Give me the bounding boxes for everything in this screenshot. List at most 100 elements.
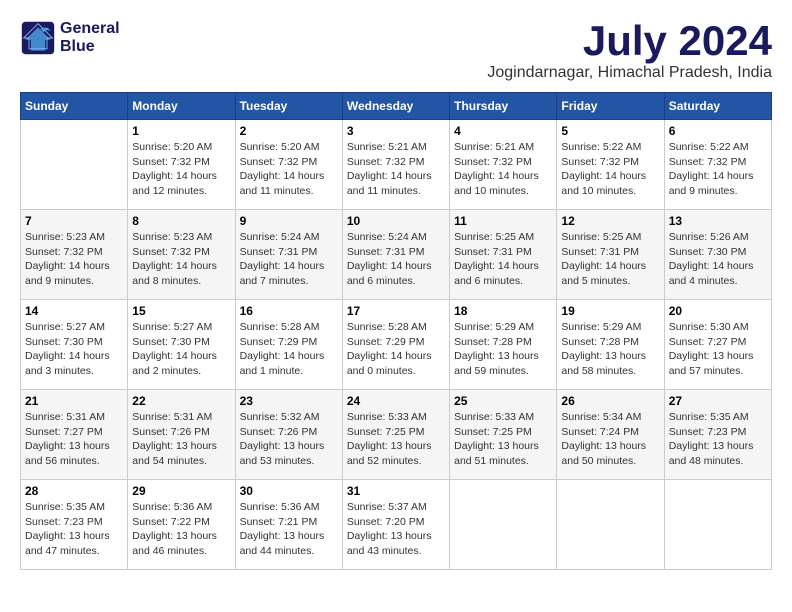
day-info: Sunrise: 5:32 AM Sunset: 7:26 PM Dayligh… xyxy=(240,410,338,469)
day-cell-10: 10 Sunrise: 5:24 AM Sunset: 7:31 PM Dayli… xyxy=(342,210,449,300)
day-info: Sunrise: 5:20 AM Sunset: 7:32 PM Dayligh… xyxy=(132,140,230,199)
day-info: Sunrise: 5:34 AM Sunset: 7:24 PM Dayligh… xyxy=(561,410,659,469)
day-info: Sunrise: 5:33 AM Sunset: 7:25 PM Dayligh… xyxy=(454,410,552,469)
day-number: 9 xyxy=(240,214,338,228)
logo-icon xyxy=(20,20,56,56)
day-number: 20 xyxy=(669,304,767,318)
day-cell-19: 19Sunrise: 5:29 AM Sunset: 7:28 PM Dayli… xyxy=(557,300,664,390)
empty-cell xyxy=(557,480,664,570)
day-cell-7: 7 Sunrise: 5:23 AM Sunset: 7:32 PM Daylig… xyxy=(21,210,128,300)
day-cell-28: 28 Sunrise: 5:35 AM Sunset: 7:23 PM Dayli… xyxy=(21,480,128,570)
day-number: 16 xyxy=(240,304,338,318)
empty-cell xyxy=(450,480,557,570)
logo: General Blue xyxy=(20,20,120,56)
day-cell-15: 15 Sunrise: 5:27 AM Sunset: 7:30 PM Dayli… xyxy=(128,300,235,390)
day-info: Sunrise: 5:24 AM Sunset: 7:31 PM Dayligh… xyxy=(240,230,338,289)
day-info: Sunrise: 5:23 AM Sunset: 7:32 PM Dayligh… xyxy=(132,230,230,289)
day-cell-29: 29 Sunrise: 5:36 AM Sunset: 7:22 PM Dayli… xyxy=(128,480,235,570)
day-number: 26 xyxy=(561,394,659,408)
day-info: Sunrise: 5:37 AM Sunset: 7:20 PM Dayligh… xyxy=(347,500,445,559)
col-header-sunday: Sunday xyxy=(21,93,128,120)
day-number: 22 xyxy=(132,394,230,408)
day-number: 10 xyxy=(347,214,445,228)
day-cell-1: 1 Sunrise: 5:20 AM Sunset: 7:32 PM Daylig… xyxy=(128,120,235,210)
day-number: 6 xyxy=(669,124,767,138)
day-cell-14: 14 Sunrise: 5:27 AM Sunset: 7:30 PM Dayli… xyxy=(21,300,128,390)
day-cell-12: 12 Sunrise: 5:25 AM Sunset: 7:31 PM Dayli… xyxy=(557,210,664,300)
day-info: Sunrise: 5:22 AM Sunset: 7:32 PM Dayligh… xyxy=(669,140,767,199)
day-cell-4: 4 Sunrise: 5:21 AM Sunset: 7:32 PM Daylig… xyxy=(450,120,557,210)
day-info: Sunrise: 5:23 AM Sunset: 7:32 PM Dayligh… xyxy=(25,230,123,289)
day-cell-2: 2 Sunrise: 5:20 AM Sunset: 7:32 PM Daylig… xyxy=(235,120,342,210)
col-header-saturday: Saturday xyxy=(664,93,771,120)
col-header-thursday: Thursday xyxy=(450,93,557,120)
day-info: Sunrise: 5:28 AM Sunset: 7:29 PM Dayligh… xyxy=(347,320,445,379)
day-info: Sunrise: 5:31 AM Sunset: 7:26 PM Dayligh… xyxy=(132,410,230,469)
day-number: 2 xyxy=(240,124,338,138)
day-number: 7 xyxy=(25,214,123,228)
day-cell-6: 6 Sunrise: 5:22 AM Sunset: 7:32 PM Daylig… xyxy=(664,120,771,210)
day-number: 24 xyxy=(347,394,445,408)
day-cell-9: 9 Sunrise: 5:24 AM Sunset: 7:31 PM Daylig… xyxy=(235,210,342,300)
day-number: 28 xyxy=(25,484,123,498)
logo-text: General Blue xyxy=(60,20,120,56)
day-number: 25 xyxy=(454,394,552,408)
day-cell-17: 17 Sunrise: 5:28 AM Sunset: 7:29 PM Dayli… xyxy=(342,300,449,390)
col-header-friday: Friday xyxy=(557,93,664,120)
month-title: July 2024 xyxy=(487,20,772,62)
day-number: 4 xyxy=(454,124,552,138)
day-info: Sunrise: 5:21 AM Sunset: 7:32 PM Dayligh… xyxy=(347,140,445,199)
day-number: 29 xyxy=(132,484,230,498)
day-info: Sunrise: 5:29 AM Sunset: 7:28 PM Dayligh… xyxy=(454,320,552,379)
day-cell-21: 21 Sunrise: 5:31 AM Sunset: 7:27 PM Dayli… xyxy=(21,390,128,480)
col-header-wednesday: Wednesday xyxy=(342,93,449,120)
day-number: 27 xyxy=(669,394,767,408)
day-cell-3: 3Sunrise: 5:21 AM Sunset: 7:32 PM Daylig… xyxy=(342,120,449,210)
week-row-3: 14 Sunrise: 5:27 AM Sunset: 7:30 PM Dayli… xyxy=(21,300,772,390)
col-header-monday: Monday xyxy=(128,93,235,120)
day-cell-30: 30Sunrise: 5:36 AM Sunset: 7:21 PM Dayli… xyxy=(235,480,342,570)
day-info: Sunrise: 5:27 AM Sunset: 7:30 PM Dayligh… xyxy=(25,320,123,379)
day-number: 5 xyxy=(561,124,659,138)
day-number: 14 xyxy=(25,304,123,318)
day-cell-8: 8 Sunrise: 5:23 AM Sunset: 7:32 PM Daylig… xyxy=(128,210,235,300)
day-info: Sunrise: 5:20 AM Sunset: 7:32 PM Dayligh… xyxy=(240,140,338,199)
day-info: Sunrise: 5:35 AM Sunset: 7:23 PM Dayligh… xyxy=(669,410,767,469)
day-cell-5: 5 Sunrise: 5:22 AM Sunset: 7:32 PM Daylig… xyxy=(557,120,664,210)
col-header-tuesday: Tuesday xyxy=(235,93,342,120)
day-number: 8 xyxy=(132,214,230,228)
day-number: 19 xyxy=(561,304,659,318)
week-row-4: 21 Sunrise: 5:31 AM Sunset: 7:27 PM Dayli… xyxy=(21,390,772,480)
location: Jogindarnagar, Himachal Pradesh, India xyxy=(487,64,772,82)
day-number: 12 xyxy=(561,214,659,228)
day-cell-25: 25 Sunrise: 5:33 AM Sunset: 7:25 PM Dayli… xyxy=(450,390,557,480)
day-number: 21 xyxy=(25,394,123,408)
day-number: 15 xyxy=(132,304,230,318)
day-number: 17 xyxy=(347,304,445,318)
day-info: Sunrise: 5:36 AM Sunset: 7:22 PM Dayligh… xyxy=(132,500,230,559)
day-info: Sunrise: 5:27 AM Sunset: 7:30 PM Dayligh… xyxy=(132,320,230,379)
day-info: Sunrise: 5:24 AM Sunset: 7:31 PM Dayligh… xyxy=(347,230,445,289)
day-number: 18 xyxy=(454,304,552,318)
day-number: 11 xyxy=(454,214,552,228)
day-cell-16: 16Sunrise: 5:28 AM Sunset: 7:29 PM Dayli… xyxy=(235,300,342,390)
day-number: 1 xyxy=(132,124,230,138)
day-info: Sunrise: 5:21 AM Sunset: 7:32 PM Dayligh… xyxy=(454,140,552,199)
empty-cell xyxy=(21,120,128,210)
page-header: General Blue July 2024 Jogindarnagar, Hi… xyxy=(20,20,772,82)
day-cell-13: 13Sunrise: 5:26 AM Sunset: 7:30 PM Dayli… xyxy=(664,210,771,300)
day-info: Sunrise: 5:25 AM Sunset: 7:31 PM Dayligh… xyxy=(454,230,552,289)
day-cell-20: 20 Sunrise: 5:30 AM Sunset: 7:27 PM Dayli… xyxy=(664,300,771,390)
empty-cell xyxy=(664,480,771,570)
day-cell-23: 23 Sunrise: 5:32 AM Sunset: 7:26 PM Dayli… xyxy=(235,390,342,480)
day-number: 23 xyxy=(240,394,338,408)
day-cell-31: 31 Sunrise: 5:37 AM Sunset: 7:20 PM Dayli… xyxy=(342,480,449,570)
day-info: Sunrise: 5:31 AM Sunset: 7:27 PM Dayligh… xyxy=(25,410,123,469)
day-info: Sunrise: 5:25 AM Sunset: 7:31 PM Dayligh… xyxy=(561,230,659,289)
day-number: 31 xyxy=(347,484,445,498)
day-info: Sunrise: 5:35 AM Sunset: 7:23 PM Dayligh… xyxy=(25,500,123,559)
day-cell-11: 11 Sunrise: 5:25 AM Sunset: 7:31 PM Dayli… xyxy=(450,210,557,300)
day-info: Sunrise: 5:22 AM Sunset: 7:32 PM Dayligh… xyxy=(561,140,659,199)
day-info: Sunrise: 5:30 AM Sunset: 7:27 PM Dayligh… xyxy=(669,320,767,379)
day-cell-26: 26 Sunrise: 5:34 AM Sunset: 7:24 PM Dayli… xyxy=(557,390,664,480)
